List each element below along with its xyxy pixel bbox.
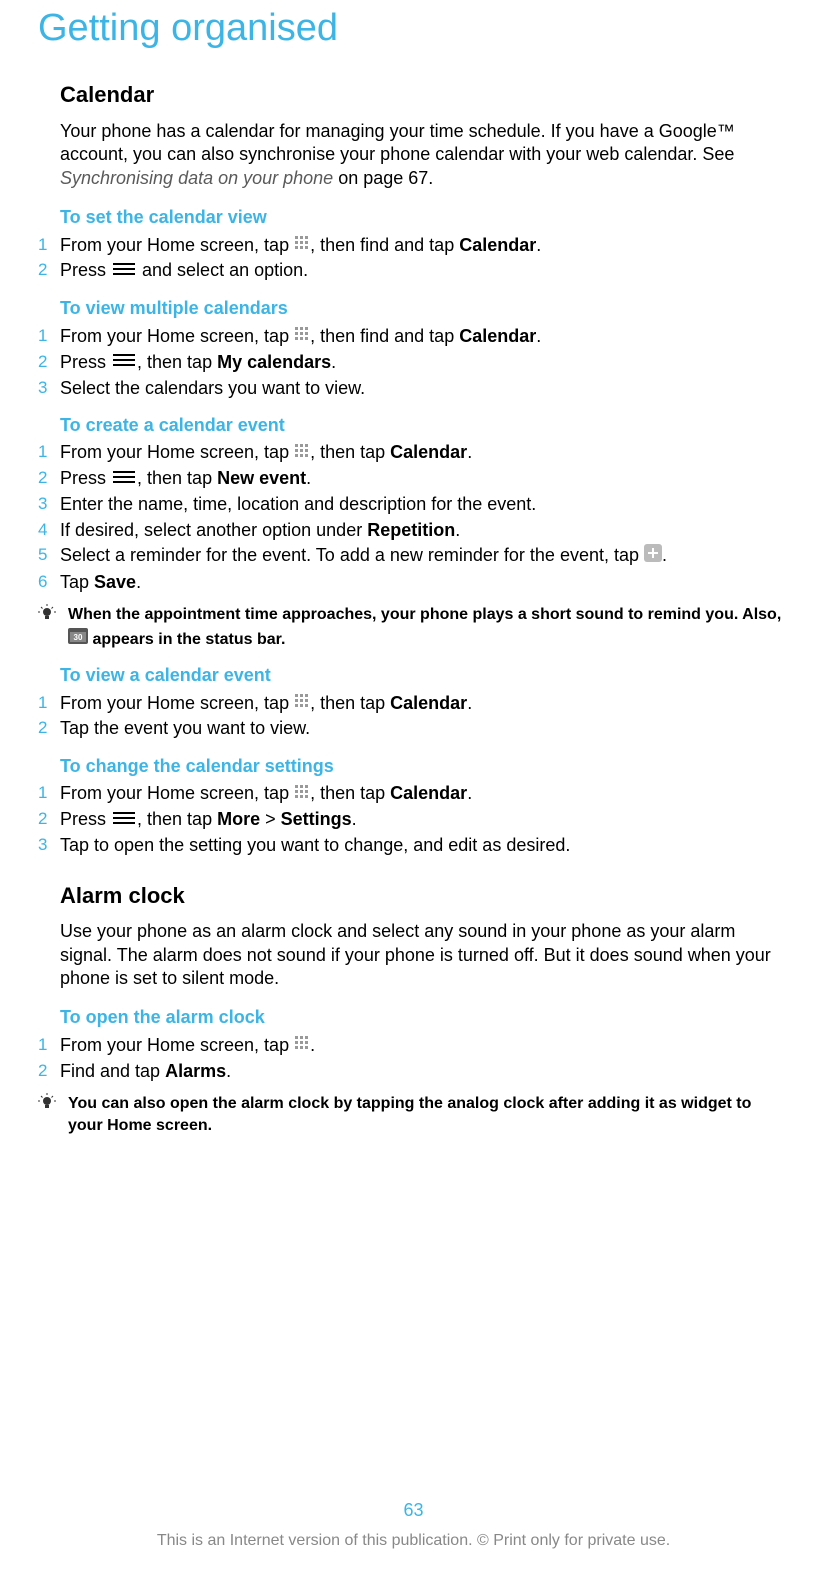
step-text: From your Home screen, tap , then find a… [60,325,789,349]
step-row: 2Press , then tap My calendars. [60,351,789,375]
tip-text: When the appointment time approaches, yo… [68,604,789,650]
tip-text: You can also open the alarm clock by tap… [68,1093,789,1136]
section-title: To open the alarm clock [60,1006,789,1029]
step-number: 1 [38,441,60,463]
step-text: From your Home screen, tap , then tap Ca… [60,692,789,716]
app-grid-icon [294,784,310,800]
sync-link[interactable]: Synchronising data on your phone [60,168,333,188]
step-row: 4If desired, select another option under… [60,519,789,542]
tip-bulb-icon [38,604,56,622]
step-text: From your Home screen, tap , then find a… [60,234,789,258]
app-grid-icon [294,443,310,459]
app-grid-icon [294,693,310,709]
step-text: From your Home screen, tap , then tap Ca… [60,782,789,806]
step-row: 2Press and select an option. [60,259,789,283]
step-row: 2Tap the event you want to view. [60,717,789,740]
step-text: Select the calendars you want to view. [60,377,789,400]
section-title: To create a calendar event [60,414,789,437]
app-grid-icon [294,326,310,342]
step-text: Press , then tap My calendars. [60,351,789,375]
section-title: To view multiple calendars [60,297,789,320]
step-row: 1From your Home screen, tap , then find … [60,325,789,349]
step-text: Press , then tap More > Settings. [60,808,789,832]
step-text: Tap to open the setting you want to chan… [60,834,789,857]
tip-row: You can also open the alarm clock by tap… [60,1093,789,1136]
step-number: 3 [38,834,60,856]
alarm-heading: Alarm clock [60,882,789,911]
step-number: 1 [38,1034,60,1056]
step-text: Tap the event you want to view. [60,717,789,740]
section-title: To set the calendar view [60,206,789,229]
step-number: 1 [38,692,60,714]
step-number: 4 [38,519,60,541]
step-text: From your Home screen, tap . [60,1034,789,1058]
step-row: 2Press , then tap More > Settings. [60,808,789,832]
step-text: From your Home screen, tap , then tap Ca… [60,441,789,465]
step-text: Press , then tap New event. [60,467,789,491]
step-text: Press and select an option. [60,259,789,283]
page-title: Getting organised [38,0,789,53]
svg-text:30: 30 [74,633,83,642]
step-row: 2Find and tap Alarms. [60,1060,789,1083]
menu-icon [111,469,137,485]
step-text: If desired, select another option under … [60,519,789,542]
step-text: Select a reminder for the event. To add … [60,544,789,568]
alarm-intro: Use your phone as an alarm clock and sel… [60,920,789,990]
calendar-heading: Calendar [60,81,789,110]
tip-row: When the appointment time approaches, yo… [60,604,789,650]
page-number: 63 [0,1499,827,1522]
step-number: 3 [38,377,60,399]
step-row: 1From your Home screen, tap , then tap C… [60,441,789,465]
step-text: Find and tap Alarms. [60,1060,789,1083]
step-row: 3Select the calendars you want to view. [60,377,789,400]
step-text: Tap Save. [60,571,789,594]
app-grid-icon [294,1035,310,1051]
step-number: 2 [38,351,60,373]
calendar-intro: Your phone has a calendar for managing y… [60,120,789,190]
calendar-30-icon: 30 [68,626,88,644]
step-number: 3 [38,493,60,515]
step-number: 1 [38,234,60,256]
step-number: 2 [38,1060,60,1082]
step-number: 2 [38,467,60,489]
step-row: 1From your Home screen, tap , then tap C… [60,692,789,716]
step-number: 1 [38,325,60,347]
step-row: 5Select a reminder for the event. To add… [60,544,789,568]
section-title: To change the calendar settings [60,755,789,778]
step-row: 6Tap Save. [60,571,789,594]
step-row: 3Tap to open the setting you want to cha… [60,834,789,857]
step-number: 2 [38,717,60,739]
footer-text: This is an Internet version of this publ… [0,1531,827,1552]
plus-icon [644,544,662,562]
step-row: 1From your Home screen, tap . [60,1034,789,1058]
step-row: 1From your Home screen, tap , then find … [60,234,789,258]
step-row: 1From your Home screen, tap , then tap C… [60,782,789,806]
step-number: 2 [38,808,60,830]
tip-bulb-icon [38,1093,56,1111]
step-row: 2Press , then tap New event. [60,467,789,491]
step-text: Enter the name, time, location and descr… [60,493,789,516]
app-grid-icon [294,235,310,251]
menu-icon [111,261,137,277]
menu-icon [111,810,137,826]
step-number: 2 [38,259,60,281]
step-number: 1 [38,782,60,804]
section-title: To view a calendar event [60,664,789,687]
menu-icon [111,352,137,368]
step-row: 3Enter the name, time, location and desc… [60,493,789,516]
step-number: 5 [38,544,60,566]
step-number: 6 [38,571,60,593]
